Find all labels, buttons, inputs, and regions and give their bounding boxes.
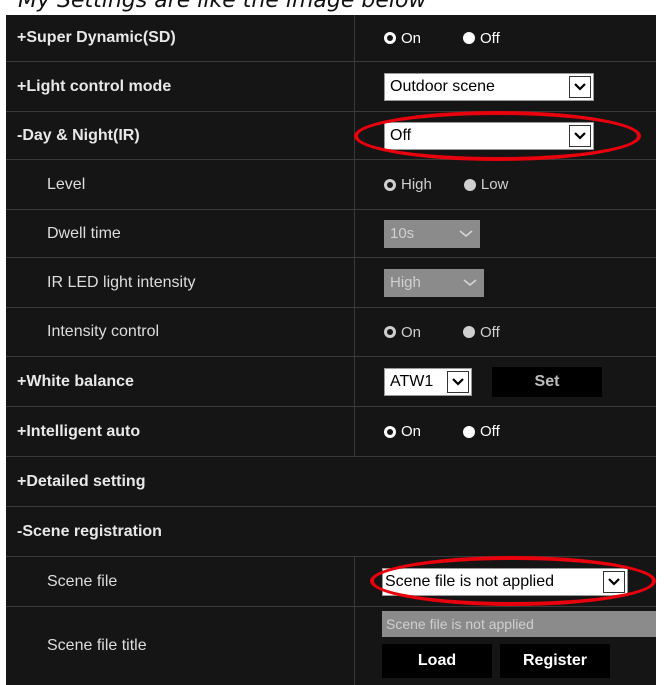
chevron-down-icon [603, 570, 625, 593]
load-button[interactable]: Load [382, 644, 492, 678]
row-level: Level High Low [6, 160, 656, 210]
day-night-select[interactable]: Off [384, 121, 594, 150]
radio-label: High [401, 176, 432, 193]
row-detailed-setting[interactable]: +Detailed setting [6, 457, 656, 507]
select-value: High [390, 274, 421, 291]
chevron-down-icon [569, 75, 591, 98]
super-dynamic-label: +Super Dynamic(SD) [17, 29, 176, 46]
scene-file-title-label: Scene file title [47, 637, 147, 654]
intensity-off-radio[interactable]: Off [463, 324, 500, 341]
level-label: Level [47, 175, 86, 193]
white-balance-label: +White balance [17, 372, 134, 390]
radio-label: Low [480, 176, 509, 193]
chevron-down-icon [455, 223, 477, 245]
intensity-control-label: Intensity control [47, 323, 160, 340]
chevron-down-icon [569, 124, 591, 147]
day-night-label: -Day & Night(IR) [17, 126, 140, 144]
row-intelligent-auto: +Intelligent auto On Off [6, 407, 656, 457]
scene-file-label: Scene file [47, 572, 118, 590]
settings-panel: +Super Dynamic(SD) On Off +Light control… [6, 15, 656, 685]
radio-selected-icon [384, 326, 396, 338]
chevron-down-icon [459, 272, 481, 294]
radio-selected-icon [384, 178, 396, 191]
intensity-on-radio[interactable]: On [384, 324, 421, 341]
level-low-radio[interactable]: Low [463, 176, 509, 193]
level-high-radio[interactable]: High [384, 176, 432, 193]
chevron-down-icon [447, 370, 469, 393]
register-button[interactable]: Register [500, 644, 610, 678]
radio-label: Off [480, 323, 500, 341]
row-scene-file: Scene file Scene file is not applied [6, 557, 656, 607]
light-control-select[interactable]: Outdoor scene [384, 72, 594, 101]
radio-icon [463, 178, 476, 191]
row-dwell-time: Dwell time 10s [6, 210, 656, 258]
radio-label: On [401, 323, 422, 341]
radio-label: On [401, 29, 422, 47]
ir-led-label: IR LED light intensity [47, 273, 196, 291]
radio-selected-icon [384, 32, 396, 44]
row-super-dynamic: +Super Dynamic(SD) On Off [6, 15, 656, 62]
white-balance-set-button[interactable]: Set [492, 366, 602, 397]
super-dynamic-off-radio[interactable]: Off [463, 30, 500, 47]
caption-text: My Settings are like the image below [18, 0, 427, 13]
scene-file-title-input[interactable]: Scene file is not applied [382, 611, 656, 637]
white-balance-select[interactable]: ATW1 [384, 367, 472, 396]
select-value: Off [390, 126, 412, 144]
radio-label: Off [480, 29, 500, 47]
scene-registration-label[interactable]: -Scene registration [17, 507, 162, 556]
detailed-setting-label[interactable]: +Detailed setting [17, 457, 145, 506]
select-value: Scene file is not applied [385, 572, 554, 590]
row-ir-led: IR LED light intensity High [6, 258, 656, 308]
radio-icon [463, 425, 476, 438]
intelligent-auto-label: +Intelligent auto [17, 422, 141, 440]
intelligent-auto-on-radio[interactable]: On [384, 423, 421, 440]
scene-file-title-controls: Scene file is not applied Load Register [382, 611, 656, 678]
radio-label: On [401, 423, 422, 440]
ir-led-select[interactable]: High [384, 268, 484, 297]
super-dynamic-on-radio[interactable]: On [384, 30, 421, 47]
row-light-control: +Light control mode Outdoor scene [6, 62, 656, 112]
scene-file-select[interactable]: Scene file is not applied [382, 567, 628, 596]
row-day-night: -Day & Night(IR) Off [6, 112, 656, 160]
light-control-label: +Light control mode [17, 77, 172, 95]
dwell-time-select[interactable]: 10s [384, 219, 480, 248]
row-scene-registration[interactable]: -Scene registration [6, 507, 656, 557]
intelligent-auto-off-radio[interactable]: Off [463, 423, 500, 440]
radio-icon [463, 326, 476, 338]
dwell-time-label: Dwell time [47, 224, 121, 242]
row-white-balance: +White balance ATW1 Set [6, 357, 656, 407]
row-scene-file-title: Scene file title Scene file is not appli… [6, 607, 656, 685]
select-value: Outdoor scene [390, 77, 495, 95]
row-intensity-control: Intensity control On Off [6, 308, 656, 357]
radio-label: Off [480, 423, 500, 440]
select-value: ATW1 [390, 372, 434, 390]
radio-icon [463, 32, 476, 44]
select-value: 10s [390, 225, 415, 242]
radio-selected-icon [384, 425, 396, 438]
